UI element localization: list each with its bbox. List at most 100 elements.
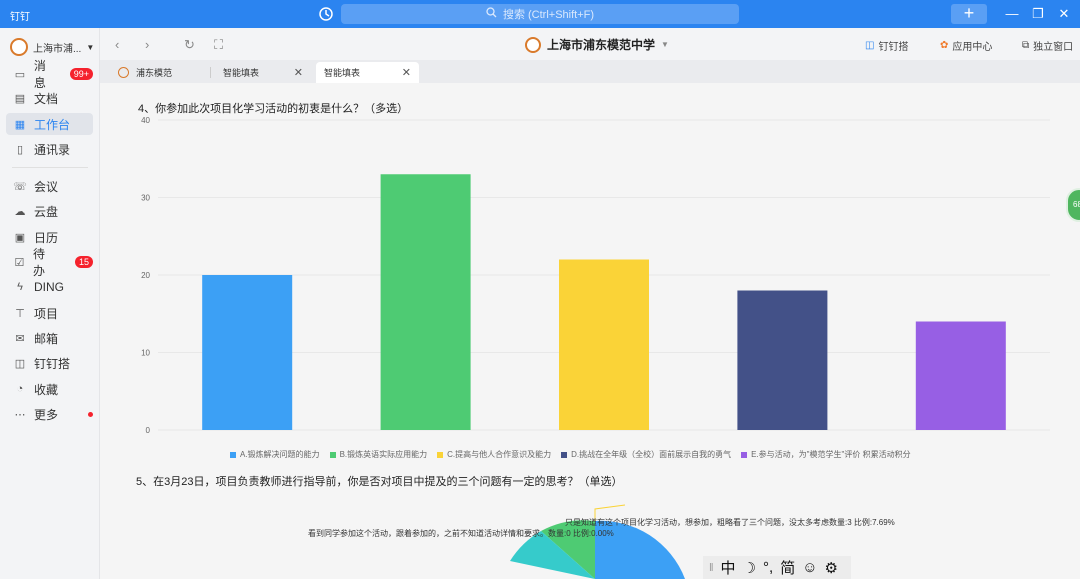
app-center-button[interactable]: ✿ 应用中心 [940,38,992,53]
sidebar-item-todo[interactable]: ☑ 待办 15 [6,247,93,278]
sidebar-item-docs[interactable]: ▤ 文档 [6,87,93,109]
legend-swatch [437,451,444,458]
sidebar-item-label: 钉钉搭 [34,356,71,371]
sidebar-item-meeting[interactable]: ☏ 会议 [6,175,93,197]
sidebar-divider [12,167,88,168]
bar[interactable] [380,174,471,430]
more-icon: ⋯ [14,408,26,421]
search-placeholder: 搜索 (Ctrl+Shift+F) [502,9,595,21]
sidebar: 上海市浦... ▼ ▭ 消息 99+ ▤ 文档 ▦ 工作台 ▯ 通讯录 ☏ 会议… [0,28,100,579]
bar[interactable] [737,290,828,431]
emoji-icon[interactable]: ☺ [802,559,817,576]
tab-separator [210,67,211,78]
bar[interactable] [559,259,649,431]
unread-badge: 99+ [69,68,93,80]
ime-lang-toggle[interactable]: 中 [721,557,736,578]
legend-item[interactable]: B.锻炼英语实际应用能力 [329,449,427,460]
project-icon: ⊤ [15,307,25,320]
dingdingda-button[interactable]: ◫ 钉钉搭 [865,38,908,53]
form-content: 4、你参加此次项目化学习活动的初衷是什么？（多选） 0 10 20 30 40 A.锻炼… [100,83,1080,579]
sidebar-item-contacts[interactable]: ▯ 通讯录 [6,138,93,160]
sidebar-item-favorites[interactable]: ◔ 收藏 [6,378,93,400]
tab-smart-form-2[interactable]: 智能填表 ✕ [316,62,419,83]
tab-label: 智能填表 [324,68,361,78]
sidebar-item-label: 更多 [34,407,59,422]
refresh-icon[interactable]: ↻ [184,37,195,53]
notification-dot [88,411,93,417]
legend-item[interactable]: A.锻炼解决问题的能力 [230,449,320,460]
lightning-icon: ϟ [17,281,23,293]
legend-item[interactable]: D.挑战在全年级（全校）面前展示自我的勇气 [561,449,731,460]
sidebar-item-dingdingda[interactable]: ◫ 钉钉搭 [6,352,93,374]
moon-icon[interactable]: ☽ [743,559,756,577]
window-icon: ⧉ [1022,40,1030,51]
cloud-icon: ☁ [14,205,26,218]
close-icon[interactable]: ✕ [402,66,411,79]
chart-legend: A.锻炼解决问题的能力 B.锻炼英语实际应用能力 C.提高与他人合作意识及能力 D.挑… [230,449,911,460]
sidebar-item-mail[interactable]: ✉ 邮箱 [6,327,93,349]
floating-widget[interactable]: 68 [1066,188,1080,222]
search-input[interactable]: 搜索 (Ctrl+Shift+F) [341,4,739,24]
close-icon[interactable]: ✕ [294,66,303,79]
sidebar-item-cloud[interactable]: ☁ 云盘 [6,200,93,222]
ime-handle-icon[interactable]: ‖ [709,562,714,574]
sidebar-item-label: 文档 [34,91,59,106]
legend-swatch [741,451,748,458]
y-tick-label: 10 [141,349,150,358]
bar[interactable] [915,321,1006,431]
sidebar-item-project[interactable]: ⊤ 项目 [6,302,93,324]
sidebar-item-label: 日历 [34,230,59,245]
add-button[interactable]: + [951,4,987,24]
standalone-window-button[interactable]: ⧉ 独立窗口 [1022,38,1073,53]
punctuation-toggle[interactable]: °, [763,559,773,576]
forward-icon[interactable]: › [145,37,149,52]
standalone-label: 独立窗口 [1033,42,1074,53]
browser-toolbar: ‹ › ↻ ⛶ 上海市浦东模范中学 ▼ ◫ 钉钉搭 ✿ 应用中心 ⧉ 独立窗口 [100,28,1080,60]
message-icon: ▭ [14,68,26,81]
chevron-down-icon: ▼ [661,40,669,49]
legend-item[interactable]: C.提高与他人合作意识及能力 [437,449,551,460]
favorite-icon: ◔ [16,383,24,395]
sidebar-item-label: DING [34,280,64,294]
tab-bar: 浦东模范 智能填表 ✕ 智能填表 ✕ [100,60,1080,83]
settings-icon[interactable]: ⚙ [825,559,838,577]
sidebar-item-label: 项目 [34,306,59,321]
history-icon[interactable] [317,5,335,23]
tab-pudong-mofan[interactable]: 浦东模范 [110,62,210,83]
pie-label-2: 看到同学参加这个活动，跟着参加的，之前不知道活动详情和要求。数量:0 比例:0.… [308,529,614,538]
sidebar-item-label: 消息 [33,59,46,90]
chevron-down-icon: ▼ [86,42,95,52]
restore-button[interactable]: ❐ [1028,4,1048,24]
fullscreen-icon[interactable]: ⛶ [214,37,223,53]
site-title[interactable]: 上海市浦东模范中学 ▼ [525,36,669,53]
simplified-toggle[interactable]: 简 [780,557,795,578]
title-bar: 钉钉 搜索 (Ctrl+Shift+F) + — ❐ ✕ [0,0,1080,28]
sidebar-item-label: 通讯录 [34,142,71,157]
sidebar-item-more[interactable]: ⋯ 更多 [6,403,93,425]
sidebar-item-ding[interactable]: ϟ DING [6,276,93,298]
minimize-button[interactable]: — [1002,4,1022,24]
legend-swatch [230,451,236,458]
legend-swatch [329,451,336,458]
org-switcher[interactable]: 上海市浦... ▼ [10,38,94,56]
legend-label: C.提高与他人合作意识及能力 [447,450,552,459]
y-tick-label: 30 [141,194,150,203]
sidebar-item-label: 会议 [34,179,59,194]
back-icon[interactable]: ‹ [115,37,119,52]
tab-smart-form-1[interactable]: 智能填表 ✕ [215,62,311,83]
mail-icon: ✉ [15,332,25,345]
app-name: 钉钉 [10,12,30,23]
close-window-button[interactable]: ✕ [1054,4,1074,24]
school-logo-icon [525,36,541,53]
sidebar-item-messages[interactable]: ▭ 消息 99+ [6,59,93,90]
legend-item[interactable]: E.参与活动，为"模范学生"评价 积累活动积分 [741,449,911,460]
bar[interactable] [202,275,293,430]
school-logo-icon [118,67,129,78]
sidebar-item-label: 工作台 [34,117,71,132]
bar-chart: 0 10 20 30 40 [141,116,1050,435]
search-icon [486,7,497,21]
sidebar-item-workbench[interactable]: ▦ 工作台 [6,113,93,135]
calendar-icon: ▣ [14,231,26,244]
y-tick-label: 20 [141,271,150,280]
legend-label: E.参与活动，为"模范学生"评价 积累活动积分 [751,450,911,459]
